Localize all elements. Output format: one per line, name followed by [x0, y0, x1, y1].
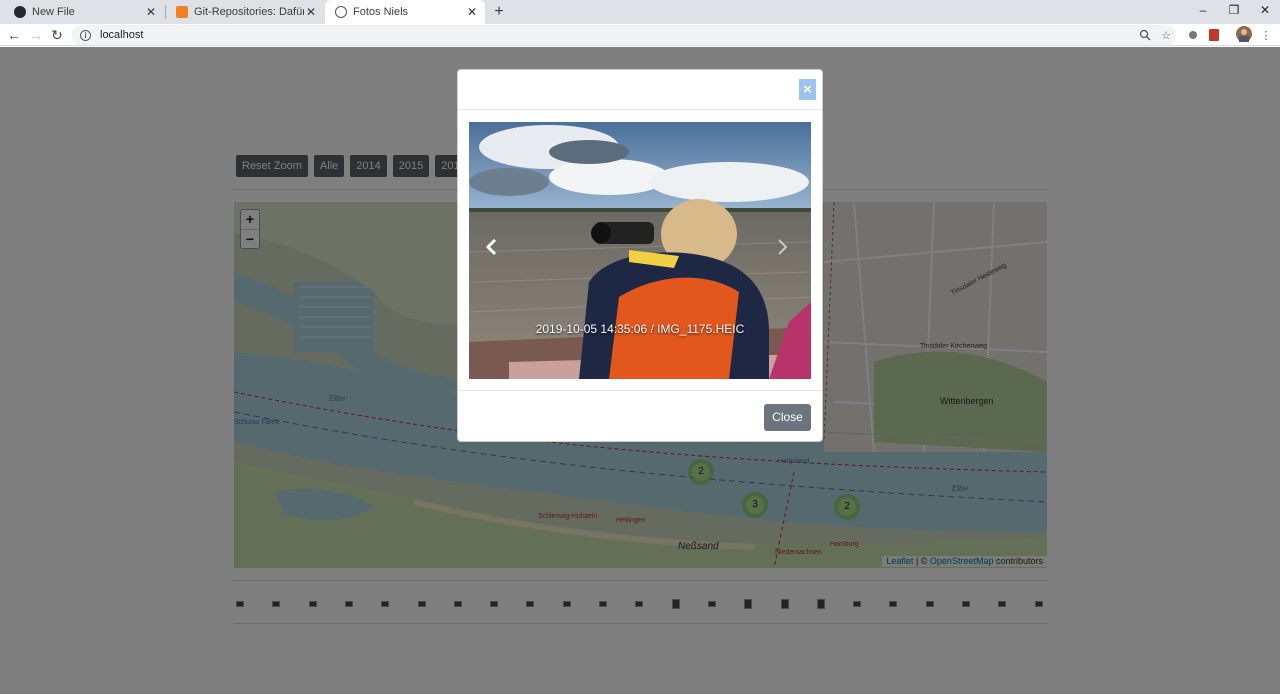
modal-close-icon[interactable]: × — [799, 79, 816, 100]
tab-new-file[interactable]: New File ✕ — [4, 0, 164, 24]
window-close-button[interactable]: ✕ — [1250, 0, 1280, 20]
reload-icon[interactable]: ↻ — [48, 26, 66, 44]
chevron-left-icon — [485, 238, 497, 256]
modal-header-divider — [458, 109, 822, 110]
restore-button[interactable]: ❐ — [1219, 0, 1249, 20]
close-icon[interactable]: ✕ — [304, 5, 318, 19]
browser-toolbar: ← → ↻ i localhost ☆ ⋮ — [0, 24, 1280, 46]
info-icon[interactable]: i — [80, 29, 91, 41]
photo-image — [469, 122, 811, 379]
tab-git-repositories[interactable]: Git-Repositories: Dafür können Sie ✕ — [166, 0, 324, 24]
close-icon[interactable]: ✕ — [144, 5, 158, 19]
photo-caption: 2019-10-05 14:35:06 / IMG_1175.HEIC — [535, 322, 745, 336]
photo-carousel[interactable]: 2019-10-05 14:35:06 / IMG_1175.HEIC — [469, 122, 811, 379]
url-text: localhost — [100, 29, 144, 41]
forward-arrow-icon[interactable]: → — [27, 26, 45, 44]
stackoverflow-icon — [176, 6, 188, 18]
minimize-button[interactable]: – — [1188, 0, 1218, 20]
pdf-extension-icon[interactable] — [1207, 28, 1221, 42]
zoom-icon[interactable] — [1138, 28, 1152, 42]
address-bar[interactable]: i localhost — [72, 25, 1176, 45]
star-icon[interactable]: ☆ — [1159, 28, 1173, 42]
modal-footer-divider — [458, 390, 822, 391]
carousel-prev-button[interactable] — [485, 238, 501, 262]
globe-icon — [335, 6, 347, 18]
back-arrow-icon[interactable]: ← — [5, 26, 23, 44]
new-tab-button[interactable]: + — [490, 3, 508, 21]
tab-label: Fotos Niels — [353, 6, 409, 18]
extension-icon[interactable] — [1186, 28, 1200, 42]
modal-close-button[interactable]: Close — [764, 404, 811, 431]
tab-fotos-niels[interactable]: Fotos Niels ✕ — [325, 0, 485, 24]
chevron-right-icon — [778, 239, 788, 255]
close-icon[interactable]: ✕ — [465, 5, 479, 19]
avatar[interactable] — [1236, 26, 1252, 42]
photo-modal: × 2019-10-05 14:35:06 / IMG_1175.HEIC Cl… — [457, 69, 823, 442]
carousel-next-button[interactable] — [777, 238, 793, 262]
tab-label: New File — [32, 6, 75, 18]
tab-strip: New File ✕ Git-Repositories: Dafür könne… — [0, 0, 1280, 24]
github-icon — [14, 6, 26, 18]
menu-kebab-icon[interactable]: ⋮ — [1259, 28, 1273, 42]
tab-label: Git-Repositories: Dafür können Sie — [194, 6, 304, 18]
